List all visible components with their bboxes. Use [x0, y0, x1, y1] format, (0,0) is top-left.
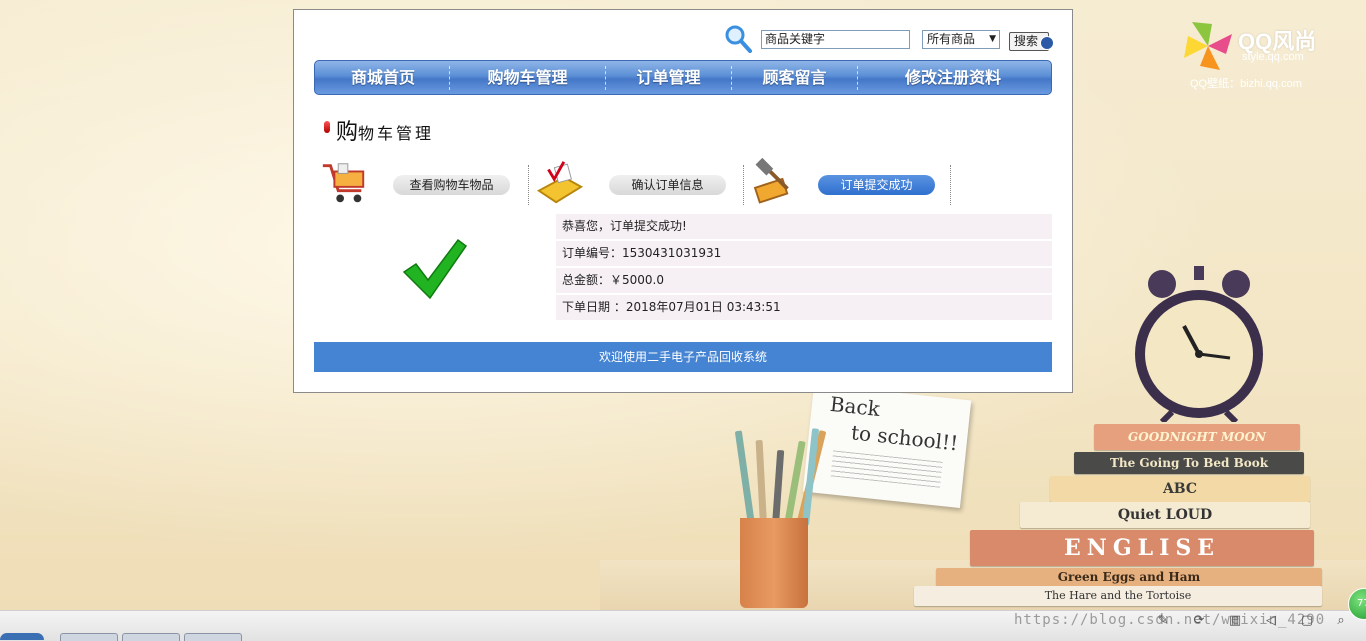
book: GOODNIGHT MOON [1094, 424, 1300, 450]
calculator-icon [536, 161, 584, 204]
chevron-down-icon: ▼ [989, 34, 996, 44]
logo-wallpaper-site: QQ壁纸：bizhi.qq.com [1190, 78, 1302, 90]
step-order-success-label[interactable]: 订单提交成功 [818, 175, 935, 195]
hammer-icon [753, 158, 789, 204]
step-separator [950, 165, 951, 205]
start-button[interactable] [0, 633, 44, 640]
shop-window: 商品关键字 所有商品 ▼ 搜索 商城首页 购物车管理 订单管理 顾客留言 修改注… [293, 9, 1073, 393]
book: The Hare and the Tortoise [914, 586, 1322, 606]
volume-icon[interactable]: ◁ [1262, 614, 1280, 628]
page-title-rest: 物车管理 [358, 124, 435, 143]
search-button[interactable]: 搜索 [1009, 32, 1054, 51]
order-success-message: 恭喜您，订单提交成功! [556, 214, 1052, 239]
step-view-cart: 查看购物车物品 [318, 158, 528, 208]
nav-edit-profile[interactable]: 修改注册资料 [858, 61, 1048, 94]
book: Green Eggs and Ham [936, 568, 1322, 586]
nav-home[interactable]: 商城首页 [317, 61, 449, 94]
book: The Going To Bed Book [1074, 452, 1304, 474]
refresh-icon[interactable]: ⟳ [1190, 614, 1208, 628]
order-number: 订单编号：1530431031931 [556, 241, 1052, 266]
logo-subtitle: style.qq.com [1242, 51, 1304, 63]
alarm-clock-icon [1135, 266, 1263, 422]
step-separator [528, 165, 529, 205]
main-nav: 商城首页 购物车管理 订单管理 顾客留言 修改注册资料 [314, 60, 1052, 95]
book-stack: GOODNIGHT MOON The Going To Bed Book ABC… [912, 420, 1322, 608]
note-line-1: Back [828, 391, 882, 421]
category-select-value: 所有商品 [927, 32, 976, 46]
footer-banner: 欢迎使用二手电子产品回收系统 [314, 342, 1052, 372]
pinwheel-icon [1184, 22, 1232, 70]
search-input[interactable]: 商品关键字 [761, 30, 910, 49]
step-confirm-order-label[interactable]: 确认订单信息 [609, 175, 726, 195]
book: Quiet LOUD [1020, 502, 1310, 528]
cup [740, 518, 808, 608]
nav-messages[interactable]: 顾客留言 [732, 61, 857, 94]
order-total: 总金额：￥5000.0 [556, 268, 1052, 293]
checkmark-icon [402, 238, 468, 300]
title-bullet-icon [324, 121, 330, 133]
book: ABC [1050, 476, 1310, 502]
nav-orders[interactable]: 订单管理 [606, 61, 731, 94]
qq-style-logo: QQ风尚 style.qq.com QQ壁纸：bizhi.qq.com [1182, 20, 1332, 92]
step-separator [743, 165, 744, 205]
order-info: 恭喜您，订单提交成功! 订单编号：1530431031931 总金额：￥5000… [556, 214, 1052, 322]
step-confirm-order: 确认订单信息 [534, 158, 744, 208]
shopping-cart-icon [322, 163, 365, 203]
order-date: 下单日期 ：2018年07月01日 03:43:51 [556, 295, 1052, 320]
page-title-text: 购物车管理 [336, 114, 434, 146]
book: ENGLISE [970, 530, 1314, 566]
search-button-label: 搜索 [1014, 34, 1039, 48]
pin-icon[interactable]: ✎ [1154, 614, 1172, 628]
magnifier-icon [725, 25, 752, 53]
step-view-cart-label[interactable]: 查看购物车物品 [393, 175, 510, 195]
nav-cart[interactable]: 购物车管理 [450, 61, 605, 94]
page-title-first: 购 [336, 120, 359, 145]
category-select[interactable]: 所有商品 ▼ [922, 30, 1000, 49]
window-icon[interactable]: ▢ [1298, 614, 1316, 628]
cursor-icon [1040, 36, 1054, 50]
trash-icon[interactable]: ▥ [1226, 614, 1244, 628]
step-order-success: 订单提交成功 [748, 158, 958, 208]
zoom-icon[interactable]: ⌕ [1332, 614, 1350, 628]
